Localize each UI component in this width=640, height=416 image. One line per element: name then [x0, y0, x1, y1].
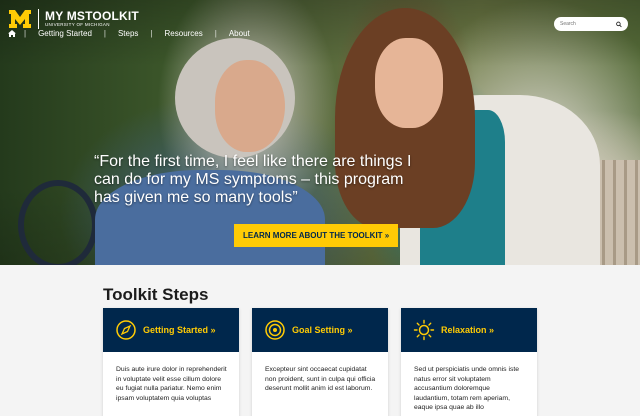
card-title[interactable]: Relaxation »	[441, 325, 494, 335]
card-body: Duis aute irure dolor in reprehenderit i…	[116, 366, 227, 402]
card-body: Sed ut perspiciatis unde omnis iste natu…	[414, 366, 520, 411]
nav-separator: |	[24, 29, 27, 38]
section-title: Toolkit Steps	[103, 285, 209, 304]
patient-face-image	[215, 60, 285, 152]
sun-icon	[413, 319, 435, 341]
nav-separator: |	[103, 29, 106, 38]
card-body: Excepteur sint occaecat cupidatat non pr…	[265, 366, 376, 392]
search-input[interactable]	[560, 21, 616, 27]
hero-quote: “For the first time, I feel like there a…	[94, 153, 412, 206]
step-card-goal-setting[interactable]: Goal Setting » Excepteur sint occaecat c…	[252, 308, 388, 416]
steps-cards: Getting Started » Duis aute irure dolor …	[103, 308, 537, 416]
nav-separator: |	[150, 29, 153, 38]
compass-icon	[116, 320, 136, 340]
nav-about[interactable]: About	[217, 29, 262, 38]
logo-text: MY MSTOOLKIT UNIVERSITY OF MICHIGAN	[45, 10, 139, 28]
target-icon	[265, 320, 285, 340]
block-m-icon	[9, 10, 31, 28]
logo-divider	[38, 9, 39, 29]
caregiver-face-image	[375, 38, 443, 128]
home-link[interactable]	[8, 30, 24, 37]
nav-resources[interactable]: Resources	[153, 29, 215, 38]
main-nav: | Getting Started | Steps | Resources | …	[8, 29, 262, 38]
search-icon[interactable]	[616, 21, 622, 28]
home-icon	[8, 30, 16, 37]
nav-steps[interactable]: Steps	[106, 29, 150, 38]
site-title: MY MSTOOLKIT	[45, 9, 139, 23]
card-header[interactable]: Goal Setting »	[252, 308, 388, 352]
card-header[interactable]: Relaxation »	[401, 308, 537, 352]
nav-getting-started[interactable]: Getting Started	[26, 29, 104, 38]
step-card-getting-started[interactable]: Getting Started » Duis aute irure dolor …	[103, 308, 239, 416]
search-box	[554, 17, 628, 31]
step-card-relaxation[interactable]: Relaxation » Sed ut perspiciatis unde om…	[401, 308, 537, 416]
card-title[interactable]: Getting Started »	[143, 325, 216, 335]
card-title[interactable]: Goal Setting »	[292, 325, 353, 335]
site-logo[interactable]: MY MSTOOLKIT UNIVERSITY OF MICHIGAN	[8, 9, 139, 29]
wheelchair-image	[18, 180, 98, 265]
nav-separator: |	[214, 29, 217, 38]
learn-more-button[interactable]: LEARN MORE ABOUT THE TOOLKIT »	[234, 224, 399, 247]
card-header[interactable]: Getting Started »	[103, 308, 239, 352]
